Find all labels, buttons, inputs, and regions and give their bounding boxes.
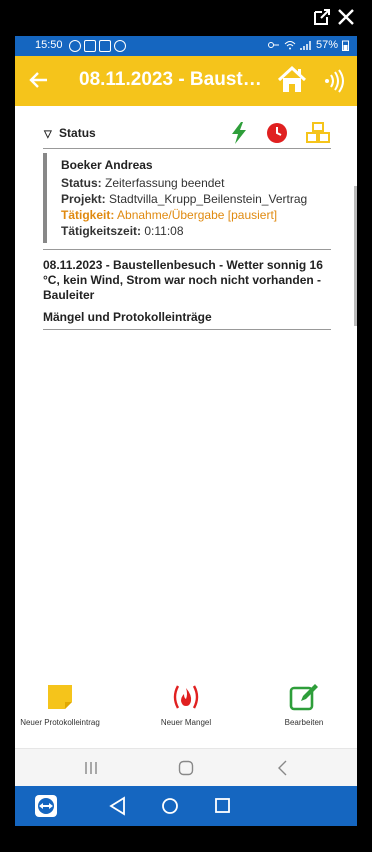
divider xyxy=(43,249,331,250)
edit-button[interactable]: Bearbeiten xyxy=(249,676,357,727)
edit-label: Bearbeiten xyxy=(284,718,324,727)
page-title: 08.11.2023 - Baustellenbesuch xyxy=(79,69,269,90)
scrollbar[interactable] xyxy=(354,186,357,326)
fire-alert-icon xyxy=(173,685,199,709)
square-recents-icon[interactable] xyxy=(213,796,233,816)
status-row: Status: Zeiterfassung beendet xyxy=(61,175,329,191)
edit-icon xyxy=(289,684,318,711)
clock-icon[interactable] xyxy=(266,122,288,144)
time-entry-card[interactable]: Boeker Andreas Status: Zeiterfassung bee… xyxy=(43,153,329,243)
android-status-bar: 15:50 57% xyxy=(15,36,357,56)
zeit-label: Tätigkeitszeit: xyxy=(61,224,142,238)
bottom-action-bar: Neuer Protokolleintrag Neuer Mangel Bear… xyxy=(15,676,357,746)
new-defect-button[interactable]: Neuer Mangel xyxy=(131,676,241,727)
close-icon[interactable] xyxy=(337,8,355,26)
divider xyxy=(43,148,331,149)
eye-icon xyxy=(69,40,81,52)
clock: 15:50 xyxy=(35,39,63,51)
home-icon[interactable] xyxy=(277,65,307,95)
divider xyxy=(43,329,331,330)
collapse-triangle-icon[interactable]: ▽ xyxy=(44,129,52,140)
status-value: Zeiterfassung beendet xyxy=(105,176,225,190)
vpn-key-icon xyxy=(267,42,279,48)
zeit-row: Tätigkeitszeit: 0:11:08 xyxy=(61,223,329,239)
taetigkeit-value: Abnahme/Übergabe [pausiert] xyxy=(117,208,278,222)
sync-icon xyxy=(114,40,126,52)
phone-screen: 15:50 57% 08.11.2023 - Baustellenbesuch xyxy=(15,36,357,826)
taetigkeit-label: Tätigkeit: xyxy=(61,208,115,222)
wifi-icon xyxy=(284,41,296,50)
app-bar: 08.11.2023 - Baustellenbesuch xyxy=(15,56,357,106)
nfc-icon[interactable] xyxy=(323,69,347,93)
recents-icon[interactable] xyxy=(83,760,99,776)
taetigkeit-row: Tätigkeit: Abnahme/Übergabe [pausiert] xyxy=(61,207,329,223)
back-arrow-icon[interactable] xyxy=(29,68,49,92)
back-nav-icon[interactable] xyxy=(275,760,291,776)
new-log-entry-button[interactable]: Neuer Protokolleintrag xyxy=(15,676,105,727)
visit-description: 08.11.2023 - Baustellenbesuch - Wetter s… xyxy=(43,258,323,302)
signal-icon xyxy=(300,41,311,50)
projekt-row: Projekt: Stadtvilla_Krupp_Beilenstein_Ve… xyxy=(61,191,329,207)
circle-home-icon[interactable] xyxy=(160,796,180,816)
phone-frame: 15:50 57% 08.11.2023 - Baustellenbesuch xyxy=(0,0,372,852)
teamviewer-icon xyxy=(84,40,96,52)
teamviewer-icon[interactable] xyxy=(35,795,57,817)
materials-boxes-icon[interactable] xyxy=(306,122,330,144)
remote-control-nav-bar xyxy=(15,786,357,826)
lightning-icon[interactable] xyxy=(230,122,248,144)
window-topbar xyxy=(0,0,372,36)
maengel-section-header[interactable]: Mängel und Protokolleinträge xyxy=(43,310,333,324)
new-defect-label: Neuer Mangel xyxy=(160,718,212,727)
battery-icon xyxy=(342,40,349,51)
sticky-note-icon xyxy=(48,685,72,709)
projekt-value: Stadtvilla_Krupp_Beilenstein_Vertrag xyxy=(109,192,308,206)
triangle-back-icon[interactable] xyxy=(109,796,127,816)
popout-icon[interactable] xyxy=(313,8,331,26)
employee-name: Boeker Andreas xyxy=(61,158,153,172)
battery-level: 57% xyxy=(315,39,338,51)
status-header-label: Status xyxy=(59,126,96,140)
status-label: Status: xyxy=(61,176,102,190)
mail-icon xyxy=(99,40,111,52)
zeit-value: 0:11:08 xyxy=(144,224,184,238)
status-section-header[interactable]: ▽ Status xyxy=(44,122,330,146)
new-log-entry-label: Neuer Protokolleintrag xyxy=(20,718,100,727)
projekt-label: Projekt: xyxy=(61,192,106,206)
android-nav-bar xyxy=(15,748,357,786)
home-nav-icon[interactable] xyxy=(178,760,194,776)
